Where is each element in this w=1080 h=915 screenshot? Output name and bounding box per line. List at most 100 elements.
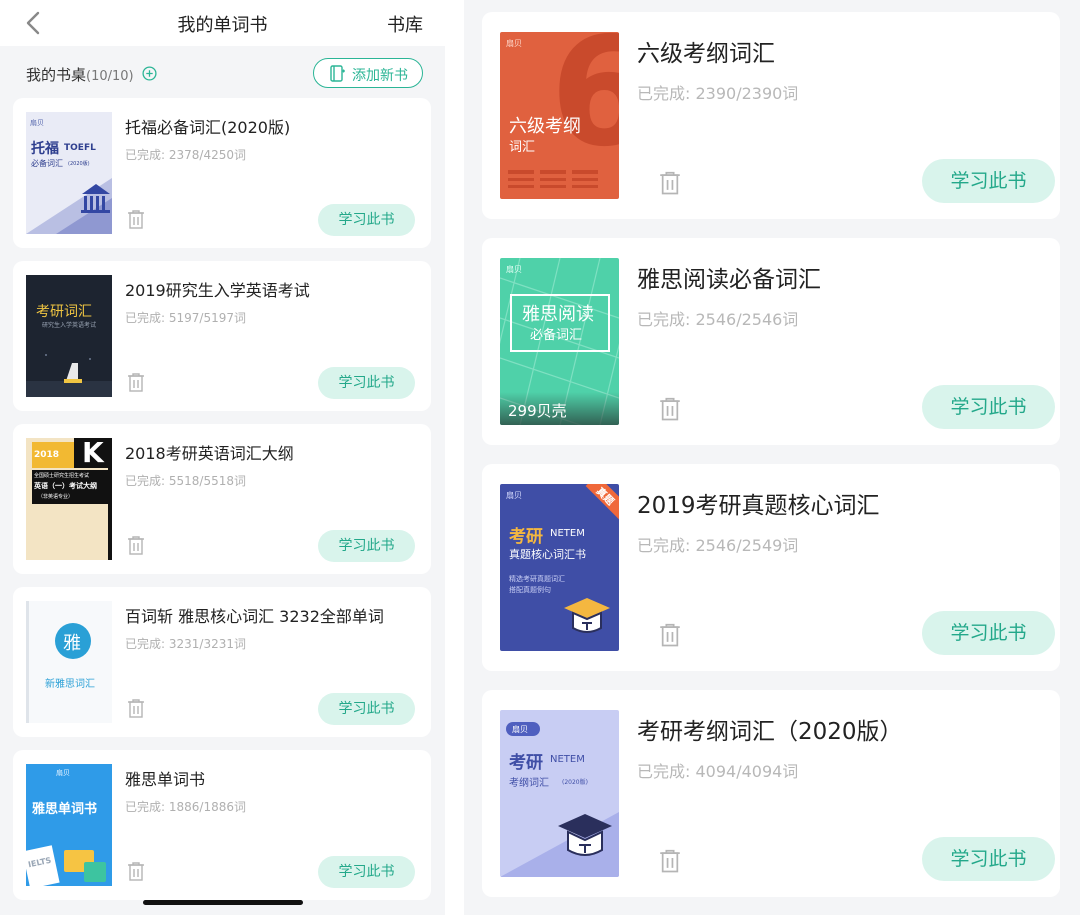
cover-year: 2018 bbox=[34, 450, 60, 460]
study-book-button[interactable]: 学习此书 bbox=[318, 367, 415, 399]
nav-bar: 我的单词书 书库 bbox=[0, 0, 445, 46]
trash-icon[interactable] bbox=[659, 170, 681, 195]
cover-subtitle: 必备词汇 bbox=[530, 328, 583, 343]
study-book-button[interactable]: 学习此书 bbox=[318, 530, 415, 562]
cover-title: 考研 bbox=[509, 527, 543, 547]
study-book-button[interactable]: 学习此书 bbox=[922, 159, 1055, 203]
study-book-button[interactable]: 学习此书 bbox=[922, 611, 1055, 655]
book-name: 2018考研英语词汇大纲 bbox=[125, 444, 294, 463]
book-progress: 已完成: 2546/2549词 bbox=[637, 536, 799, 555]
cover-title: 新雅思词汇 bbox=[45, 679, 95, 690]
cover-glyph: 雅 bbox=[63, 633, 81, 654]
book-progress: 已完成: 5518/5518词 bbox=[125, 474, 246, 488]
cover-title: 考研 bbox=[509, 753, 543, 773]
book-card-ielts-reading[interactable]: 扇贝 雅思阅读 必备词汇 299贝壳 雅思阅读必备词汇 已完成: 2546/25… bbox=[482, 238, 1060, 445]
cover-subtitle: 真题核心词汇书 bbox=[509, 548, 586, 561]
book-progress: 已完成: 2378/4250词 bbox=[125, 148, 246, 162]
book-cover-kaoyan-zhenti: 扇贝 真题 考研 NETEM 真题核心词汇书 精选考研真题词汇 搭配真题例句 bbox=[500, 484, 619, 651]
book-card-cet6[interactable]: 6 扇贝 六级考纲 词汇 六级考纲词汇 已完成: 2390/2390词 学习此书 bbox=[482, 12, 1060, 219]
cover-big-letter: K bbox=[82, 438, 104, 469]
trash-icon[interactable] bbox=[127, 698, 145, 718]
cover-line3: （非英语专业） bbox=[38, 494, 74, 500]
cover-price: 299贝壳 bbox=[508, 402, 567, 420]
graduation-cap-icon bbox=[500, 812, 619, 877]
study-book-button[interactable]: 学习此书 bbox=[922, 837, 1055, 881]
study-book-button[interactable]: 学习此书 bbox=[318, 204, 415, 236]
book-cover-ielts-wordbook: 扇贝 雅思单词书 IELTS bbox=[26, 764, 112, 886]
cover-title: 考研词汇 bbox=[36, 304, 92, 320]
book-name: 雅思单词书 bbox=[125, 770, 206, 789]
book-name: 六级考纲词汇 bbox=[637, 41, 775, 67]
book-card-kaoyan-kaogang-2020[interactable]: 扇贝 考研 NETEM 考纲词汇 (2020版) 考研考纲词汇（2020版） 已… bbox=[482, 690, 1060, 897]
cover-title: 托福 bbox=[31, 141, 59, 157]
desk-row: 我的书桌(10/10) 添加新书 bbox=[26, 58, 423, 88]
book-cover-kaoyan-2019: 考研词汇 研究生入学英语考试 bbox=[26, 275, 112, 397]
cover-brand: 扇贝 bbox=[506, 39, 522, 48]
book-cover-baicizhan-ielts: 雅 新雅思词汇 bbox=[26, 601, 112, 723]
cover-title: 雅思单词书 bbox=[32, 802, 98, 817]
cover-line2: 搭配真题例句 bbox=[509, 586, 551, 594]
study-book-button[interactable]: 学习此书 bbox=[922, 385, 1055, 429]
add-book-icon bbox=[330, 65, 345, 82]
cover-subtitle: 研究生入学英语考试 bbox=[42, 322, 97, 329]
book-card-toefl[interactable]: 扇贝 托福 TOEFL 必备词汇 (2020版) 托福必备词汇(2020版) 已… bbox=[13, 98, 431, 248]
book-name: 雅思阅读必备词汇 bbox=[637, 267, 821, 293]
cover-brand: 扇贝 bbox=[506, 265, 522, 274]
book-name: 2019考研真题核心词汇 bbox=[637, 493, 880, 519]
book-cover-kaoyan-kaogang-2020: 扇贝 考研 NETEM 考纲词汇 (2020版) bbox=[500, 710, 619, 877]
study-book-button[interactable]: 学习此书 bbox=[318, 856, 415, 888]
trash-icon[interactable] bbox=[127, 861, 145, 881]
cover-latin: NETEM bbox=[550, 528, 585, 539]
book-progress: 已完成: 2390/2390词 bbox=[637, 84, 799, 103]
book-progress: 已完成: 4094/4094词 bbox=[637, 762, 799, 781]
book-progress: 已完成: 3231/3231词 bbox=[125, 637, 246, 651]
cover-big-number: 6 bbox=[550, 32, 619, 180]
trash-icon[interactable] bbox=[659, 848, 681, 873]
desk-label-text: 我的书桌 bbox=[26, 66, 87, 84]
cover-title: 雅思阅读 bbox=[522, 304, 594, 325]
book-progress: 已完成: 1886/1886词 bbox=[125, 800, 246, 814]
book-cover-toefl: 扇贝 托福 TOEFL 必备词汇 (2020版) bbox=[26, 112, 112, 234]
book-name: 2019研究生入学英语考试 bbox=[125, 281, 310, 300]
cover-subtitle: 词汇 bbox=[509, 140, 536, 155]
book-name: 百词斩 雅思核心词汇 3232全部单词 bbox=[125, 607, 384, 626]
add-book-button[interactable]: 添加新书 bbox=[313, 58, 423, 88]
graduation-cap-icon bbox=[564, 598, 610, 633]
cover-edition: (2020版) bbox=[562, 779, 588, 786]
book-card-kaoyan-2018[interactable]: 2018 K 全国硕士研究生招生考试 英语（一）考试大纲 （非英语专业） 201… bbox=[13, 424, 431, 574]
trash-icon[interactable] bbox=[659, 622, 681, 647]
trash-icon[interactable] bbox=[127, 372, 145, 392]
trash-icon[interactable] bbox=[659, 396, 681, 421]
cover-brand: 扇贝 bbox=[30, 119, 44, 127]
trash-icon[interactable] bbox=[127, 209, 145, 229]
book-card-kaoyan-zhenti[interactable]: 扇贝 真题 考研 NETEM 真题核心词汇书 精选考研真题词汇 搭配真题例句 2… bbox=[482, 464, 1060, 671]
book-name: 考研考纲词汇（2020版） bbox=[637, 719, 903, 745]
cover-edition: (2020版) bbox=[68, 161, 90, 167]
desk-count: (10/10) bbox=[86, 69, 134, 84]
cover-book-icon-2 bbox=[84, 862, 106, 882]
book-name: 托福必备词汇(2020版) bbox=[125, 118, 291, 137]
cover-brand: 扇贝 bbox=[56, 769, 70, 777]
cover-illustration bbox=[26, 354, 112, 397]
cover-brand: 扇贝 bbox=[512, 725, 528, 734]
book-card-baicizhan-ielts[interactable]: 雅 新雅思词汇 百词斩 雅思核心词汇 3232全部单词 已完成: 3231/32… bbox=[13, 587, 431, 737]
page-title: 我的单词书 bbox=[177, 15, 268, 36]
study-book-button[interactable]: 学习此书 bbox=[318, 693, 415, 725]
desk-label: 我的书桌(10/10) bbox=[26, 64, 134, 85]
cover-brand: 扇贝 bbox=[506, 491, 522, 500]
library-link[interactable]: 书库 bbox=[387, 11, 423, 37]
cover-line1: 全国硕士研究生招生考试 bbox=[34, 473, 90, 479]
cover-latin: NETEM bbox=[550, 754, 585, 765]
trash-icon[interactable] bbox=[127, 535, 145, 555]
cover-decoration bbox=[508, 170, 598, 188]
plus-circle-icon[interactable] bbox=[142, 66, 157, 81]
book-progress: 已完成: 2546/2546词 bbox=[637, 310, 799, 329]
cover-latin: TOEFL bbox=[64, 143, 96, 153]
book-card-kaoyan-2019[interactable]: 考研词汇 研究生入学英语考试 2019研究生入学英语考试 已完成: 5197/5… bbox=[13, 261, 431, 411]
book-card-ielts-wordbook[interactable]: 扇贝 雅思单词书 IELTS 雅思单词书 已完成: 1886/1886词 学习此… bbox=[13, 750, 431, 900]
home-indicator bbox=[143, 900, 303, 905]
cover-subtitle: 考纲词汇 bbox=[509, 778, 549, 789]
cover-line1: 精选考研真题词汇 bbox=[509, 575, 565, 583]
book-progress: 已完成: 5197/5197词 bbox=[125, 311, 246, 325]
cover-title: 六级考纲 bbox=[509, 116, 581, 137]
